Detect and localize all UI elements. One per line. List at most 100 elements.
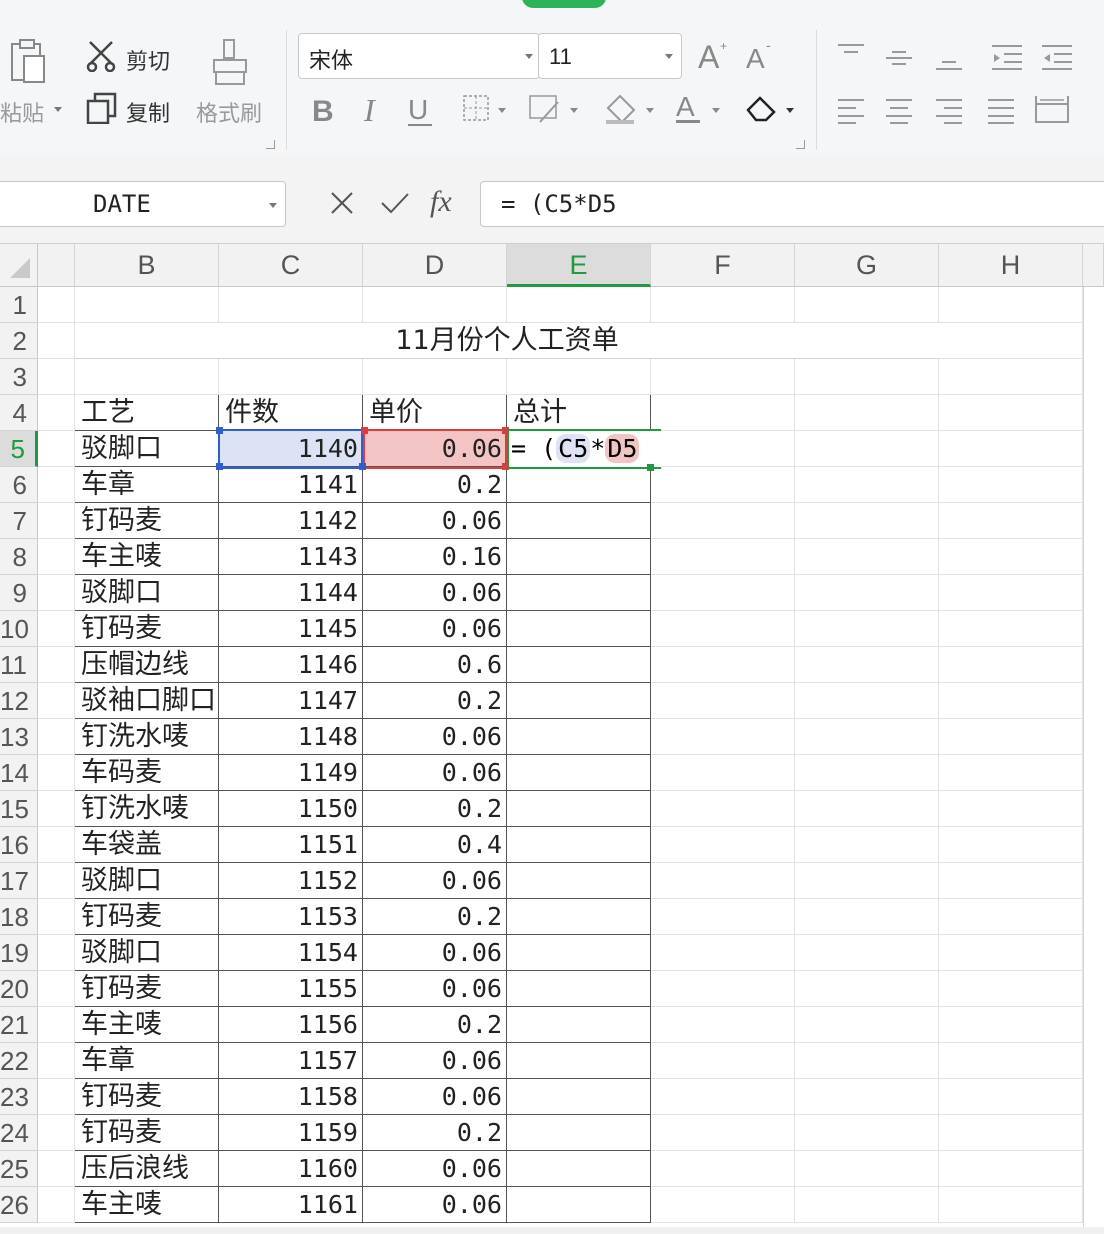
align-middle-icon[interactable]	[884, 42, 914, 72]
cell-g10[interactable]	[795, 611, 939, 647]
cell-g23[interactable]	[795, 1079, 939, 1115]
craft-cell[interactable]: 车码麦	[75, 755, 219, 791]
cell-g20[interactable]	[795, 971, 939, 1007]
total-cell[interactable]	[507, 467, 651, 503]
cell-c1[interactable]	[219, 287, 363, 323]
craft-cell[interactable]: 钉码麦	[75, 1079, 219, 1115]
cell-a19[interactable]	[38, 935, 75, 971]
cell-g25[interactable]	[795, 1151, 939, 1187]
total-cell[interactable]	[507, 971, 651, 1007]
cell-g26[interactable]	[795, 1187, 939, 1223]
cell-f14[interactable]	[651, 755, 795, 791]
total-cell[interactable]	[507, 935, 651, 971]
increase-font-icon[interactable]: A +	[696, 38, 732, 75]
chevron-down-icon[interactable]	[525, 54, 533, 59]
paste-dropdown-icon[interactable]	[54, 107, 62, 112]
quantity-cell[interactable]: 1145	[219, 611, 363, 647]
cell-h10[interactable]	[939, 611, 1083, 647]
craft-cell[interactable]: 车主唛	[75, 539, 219, 575]
cell-h25[interactable]	[939, 1151, 1083, 1187]
unit-price-cell[interactable]: 0.06	[363, 755, 507, 791]
quantity-cell[interactable]: 1148	[219, 719, 363, 755]
cell-h3[interactable]	[939, 359, 1083, 395]
confirm-check-icon[interactable]	[380, 191, 410, 215]
cell-a26[interactable]	[38, 1187, 75, 1223]
tab-active-pill[interactable]	[522, 0, 606, 8]
total-cell[interactable]	[507, 1079, 651, 1115]
clipboard-group-launcher-icon[interactable]	[266, 140, 275, 149]
quantity-cell[interactable]: 1141	[219, 467, 363, 503]
row-header-16[interactable]: 16	[0, 827, 38, 863]
column-header-g[interactable]: G	[795, 244, 939, 287]
selection-handle[interactable]	[359, 463, 366, 470]
cell-style-icon[interactable]	[528, 92, 582, 126]
paste-button-label[interactable]: 粘贴	[0, 96, 44, 128]
unit-price-cell[interactable]: 0.06	[363, 1043, 507, 1079]
cell-g5[interactable]	[795, 431, 939, 467]
total-cell[interactable]	[507, 755, 651, 791]
craft-cell[interactable]: 钉码麦	[75, 1115, 219, 1151]
cell-f21[interactable]	[651, 1007, 795, 1043]
horizontal-scrollbar[interactable]	[0, 1227, 1104, 1234]
cell-g17[interactable]	[795, 863, 939, 899]
cell-g22[interactable]	[795, 1043, 939, 1079]
cell-f10[interactable]	[651, 611, 795, 647]
cell-g15[interactable]	[795, 791, 939, 827]
cell-f20[interactable]	[651, 971, 795, 1007]
cell-a15[interactable]	[38, 791, 75, 827]
total-cell[interactable]	[507, 863, 651, 899]
craft-cell[interactable]: 驳袖口脚口	[75, 683, 219, 719]
row-header-20[interactable]: 20	[0, 971, 38, 1007]
quantity-cell[interactable]: 1143	[219, 539, 363, 575]
copy-button[interactable]: 复制	[126, 96, 170, 128]
craft-cell[interactable]: 车章	[75, 1043, 219, 1079]
paste-icon[interactable]	[8, 38, 48, 84]
unit-price-cell[interactable]: 0.06	[363, 971, 507, 1007]
header-cell-e[interactable]: 总计	[507, 395, 651, 431]
unit-price-cell[interactable]: 0.2	[363, 1115, 507, 1151]
column-header-c[interactable]: C	[219, 244, 363, 287]
name-box[interactable]: DATE	[0, 181, 286, 227]
column-header-partial[interactable]	[1083, 244, 1104, 287]
quantity-cell[interactable]: 1153	[219, 899, 363, 935]
cell-h7[interactable]	[939, 503, 1083, 539]
cell-a1[interactable]	[38, 287, 75, 323]
row-header-22[interactable]: 22	[0, 1043, 38, 1079]
craft-cell[interactable]: 钉码麦	[75, 971, 219, 1007]
cell-h20[interactable]	[939, 971, 1083, 1007]
cell-h4[interactable]	[939, 395, 1083, 431]
unit-price-cell[interactable]: 0.06	[363, 575, 507, 611]
cell-h6[interactable]	[939, 467, 1083, 503]
cell-a21[interactable]	[38, 1007, 75, 1043]
craft-cell[interactable]: 压帽边线	[75, 647, 219, 683]
cell-g21[interactable]	[795, 1007, 939, 1043]
cell-f17[interactable]	[651, 863, 795, 899]
cell-f5[interactable]	[651, 431, 795, 467]
cell-f6[interactable]	[651, 467, 795, 503]
cell-h16[interactable]	[939, 827, 1083, 863]
align-right-icon[interactable]	[934, 96, 964, 126]
row-header-7[interactable]: 7	[0, 503, 38, 539]
quantity-cell[interactable]: 1156	[219, 1007, 363, 1043]
quantity-cell[interactable]: 1158	[219, 1079, 363, 1115]
craft-cell[interactable]: 驳脚口	[75, 431, 219, 467]
quantity-cell[interactable]: 1142	[219, 503, 363, 539]
cell-h5[interactable]	[939, 431, 1083, 467]
cell-a3[interactable]	[38, 359, 75, 395]
row-header-18[interactable]: 18	[0, 899, 38, 935]
row-header-2[interactable]: 2	[0, 323, 38, 359]
unit-price-cell[interactable]: 0.06	[363, 935, 507, 971]
craft-cell[interactable]: 驳脚口	[75, 863, 219, 899]
cell-f25[interactable]	[651, 1151, 795, 1187]
cell-g7[interactable]	[795, 503, 939, 539]
cell-g12[interactable]	[795, 683, 939, 719]
craft-cell[interactable]: 钉洗水唛	[75, 719, 219, 755]
cell-c3[interactable]	[219, 359, 363, 395]
cell-h23[interactable]	[939, 1079, 1083, 1115]
quantity-cell[interactable]: 1155	[219, 971, 363, 1007]
distributed-align-icon[interactable]	[1034, 94, 1070, 126]
total-cell[interactable]	[507, 611, 651, 647]
copy-icon[interactable]	[86, 92, 118, 125]
unit-price-cell[interactable]: 0.2	[363, 467, 507, 503]
cell-e1[interactable]	[507, 287, 651, 323]
